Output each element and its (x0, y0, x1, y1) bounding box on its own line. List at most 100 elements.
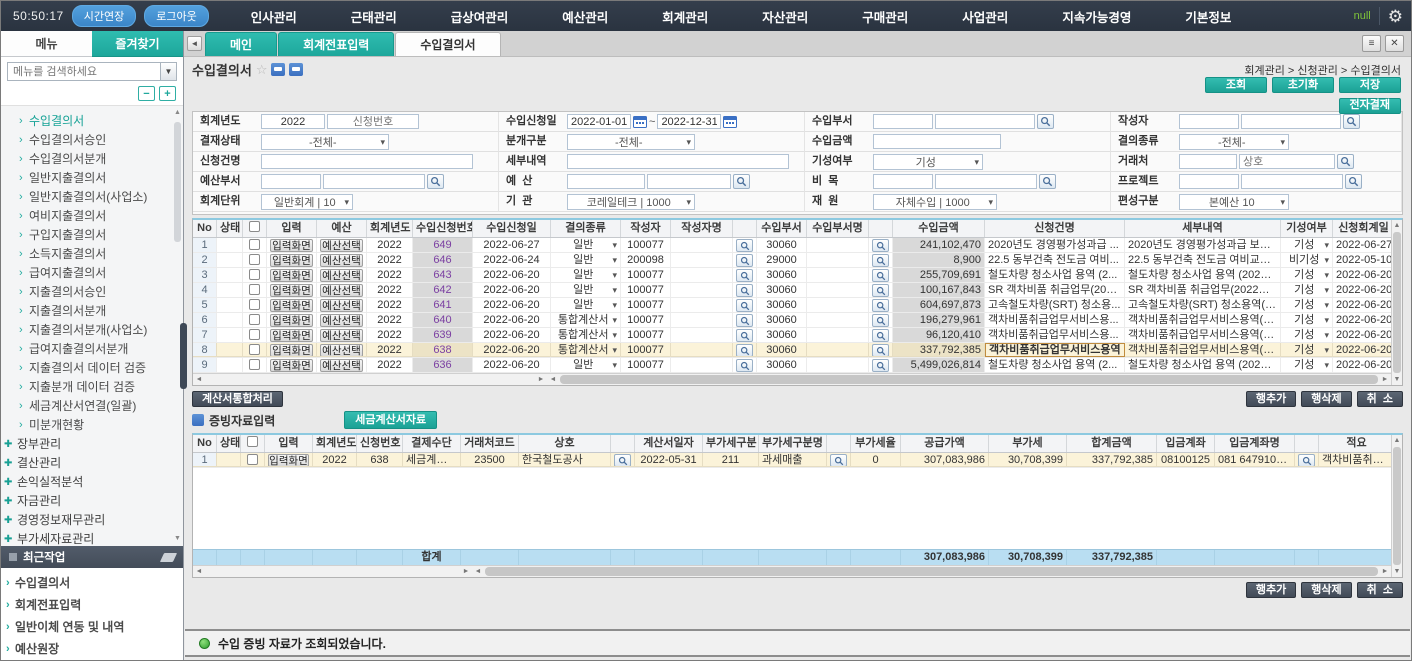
cell-request-no[interactable]: 646 (413, 253, 473, 267)
input-screen-button[interactable]: 입력화면 (267, 298, 317, 312)
table-row[interactable]: 4입력화면예산선택20226422022-06-20일반100077300601… (193, 283, 1391, 298)
cell-amount[interactable]: 96,120,410 (893, 328, 985, 342)
fund-source-select[interactable]: 자체수입 | 1000 (873, 194, 997, 210)
search-icon[interactable] (830, 454, 847, 467)
eraser-icon[interactable] (160, 553, 177, 562)
search-icon[interactable] (736, 344, 753, 357)
expense-item-name-input[interactable] (935, 174, 1037, 189)
scroll-right-icon[interactable]: ► (535, 374, 547, 385)
input-screen-button[interactable]: 입력화면 (267, 313, 317, 327)
budget-select-button[interactable]: 예산선택 (317, 283, 367, 297)
search-icon[interactable] (872, 284, 889, 297)
recent-task-item[interactable]: 일반이체 연동 및 내역 (1, 616, 183, 638)
journal-type-select[interactable]: -전체- (567, 134, 695, 150)
budget-select-button[interactable]: 예산선택 (317, 343, 367, 357)
column-header[interactable]: 상태 (217, 435, 241, 452)
column-header[interactable] (243, 220, 267, 237)
input-screen-button[interactable]: 입력화면 (267, 343, 317, 357)
sidebar-item[interactable]: 소득지출결의서 (1, 245, 183, 264)
cell-amount[interactable]: 196,279,961 (893, 313, 985, 327)
main-menu-item[interactable]: 회계관리 (662, 7, 708, 26)
add-row-button[interactable]: 행추가 (1246, 391, 1296, 407)
calendar-icon[interactable] (723, 115, 737, 128)
scroll-right-icon[interactable]: ► (460, 566, 472, 577)
sidebar-item[interactable]: 장부관리 (1, 435, 183, 454)
search-icon[interactable] (736, 254, 753, 267)
request-number-input[interactable] (327, 114, 419, 129)
column-header[interactable]: 적요 (1319, 435, 1391, 452)
budget-select-button[interactable]: 예산선택 (320, 329, 363, 342)
checkbox-cell[interactable] (241, 453, 265, 467)
column-header[interactable]: 수입금액 (893, 220, 985, 237)
budget-select-button[interactable]: 예산선택 (320, 359, 363, 372)
writer-code-input[interactable] (1179, 114, 1239, 129)
input-screen-button[interactable]: 입력화면 (267, 358, 317, 372)
search-cell[interactable] (733, 313, 757, 327)
scroll-right-icon[interactable]: ► (1379, 374, 1391, 385)
search-cell[interactable] (869, 268, 893, 282)
cell-request-no[interactable]: 638 (413, 343, 473, 357)
search-cell[interactable] (869, 253, 893, 267)
search-icon[interactable] (1039, 174, 1056, 189)
search-icon[interactable] (736, 359, 753, 372)
expense-item-code-input[interactable] (873, 174, 933, 189)
sidebar-item[interactable]: 지출결의서분개 (1, 302, 183, 321)
decision-type-select[interactable]: 통합계산서 (551, 343, 621, 357)
cell-request-no[interactable]: 636 (413, 358, 473, 372)
main-menu-item[interactable]: 자산관리 (762, 7, 808, 26)
search-cell[interactable] (733, 328, 757, 342)
cancel-button[interactable]: 취 소 (1357, 391, 1403, 407)
cell-request-no[interactable]: 642 (413, 283, 473, 297)
search-icon[interactable] (872, 329, 889, 342)
search-cell[interactable] (733, 253, 757, 267)
table-row[interactable]: 1입력화면2022638세금계산서/...23500한국철도공사2022-05-… (193, 453, 1391, 468)
scroll-down-icon[interactable]: ▼ (1392, 566, 1402, 577)
search-cell[interactable] (733, 358, 757, 372)
income-date-from-input[interactable] (567, 114, 631, 129)
scrollbar-thumb[interactable] (485, 567, 1378, 576)
cell-amount[interactable]: 241,102,470 (893, 238, 985, 252)
budget-select-button[interactable]: 예산선택 (317, 328, 367, 342)
input-screen-button[interactable]: 입력화면 (267, 283, 317, 297)
budget-select-button[interactable]: 예산선택 (317, 268, 367, 282)
recent-task-item[interactable]: 수입결의서 (1, 572, 183, 594)
cell-request-no[interactable]: 639 (413, 328, 473, 342)
column-header[interactable] (869, 220, 893, 237)
input-screen-button[interactable]: 입력화면 (270, 284, 313, 297)
input-screen-button[interactable]: 입력화면 (270, 314, 313, 327)
budget-select-button[interactable]: 예산선택 (320, 344, 363, 357)
project-code-input[interactable] (1179, 174, 1239, 189)
column-header[interactable]: 회계년도 (313, 435, 357, 452)
main-menu-item[interactable]: 기본정보 (1185, 7, 1231, 26)
completion-select[interactable]: 기성 (1281, 313, 1333, 327)
column-header[interactable]: 회계년도 (367, 220, 413, 237)
income-amount-input[interactable] (873, 134, 1001, 149)
search-cell[interactable] (869, 238, 893, 252)
column-header[interactable]: 예산 (317, 220, 367, 237)
tab-favorites[interactable]: 즐겨찾기 (92, 31, 183, 57)
completion-select[interactable]: 기성 (1281, 343, 1333, 357)
table-row[interactable]: 3입력화면예산선택20226432022-06-20일반100077300602… (193, 268, 1391, 283)
search-cell[interactable] (1295, 453, 1319, 467)
budget-dept-code-input[interactable] (261, 174, 321, 189)
menu-search-input[interactable] (7, 62, 161, 81)
search-icon[interactable] (736, 269, 753, 282)
sidebar-item[interactable]: 수입결의서분개 (1, 150, 183, 169)
search-icon[interactable] (1337, 154, 1354, 169)
tab-scroll-left-icon[interactable]: ◄ (187, 36, 202, 51)
sidebar-item[interactable]: 수입결의서승인 (1, 131, 183, 150)
scroll-up-icon[interactable]: ▲ (173, 108, 182, 118)
column-header[interactable]: 수입부서명 (807, 220, 869, 237)
sidebar-item[interactable]: 세금계산서연결(일괄) (1, 397, 183, 416)
scroll-left-icon[interactable]: ◄ (193, 566, 205, 577)
input-screen-button[interactable]: 입력화면 (270, 299, 313, 312)
main-menu-item[interactable]: 예산관리 (562, 7, 608, 26)
column-header[interactable]: 신청건명 (985, 220, 1125, 237)
column-header[interactable]: 상호 (519, 435, 611, 452)
sidebar-item[interactable]: 여비지출결의서 (1, 207, 183, 226)
detail-input[interactable] (567, 154, 789, 169)
sidebar-item[interactable]: 자금관리 (1, 492, 183, 511)
budget-select-button[interactable]: 예산선택 (320, 239, 363, 252)
search-cell[interactable] (733, 298, 757, 312)
completion-select[interactable]: 기성 (1281, 298, 1333, 312)
